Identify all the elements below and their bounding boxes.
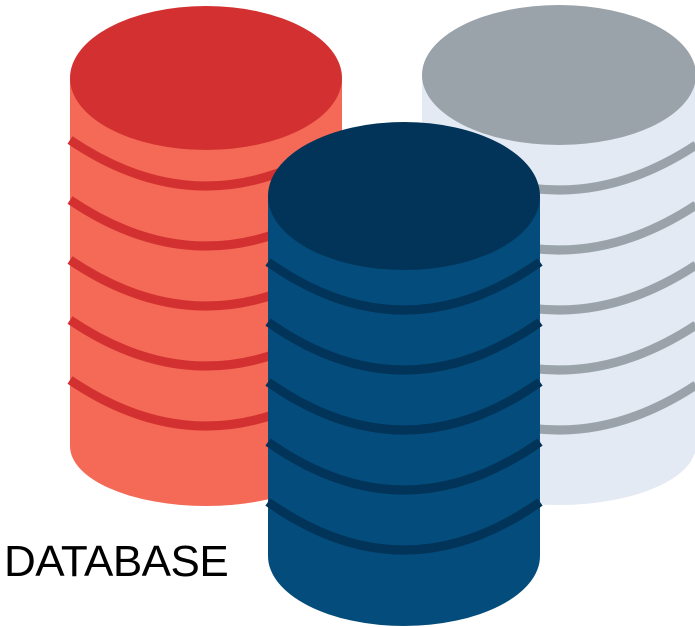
caption-label: DATABASE xyxy=(4,537,229,586)
database-illustration-canvas: DATABASE xyxy=(0,0,695,627)
database-cylinder-blue-icon xyxy=(265,122,543,626)
